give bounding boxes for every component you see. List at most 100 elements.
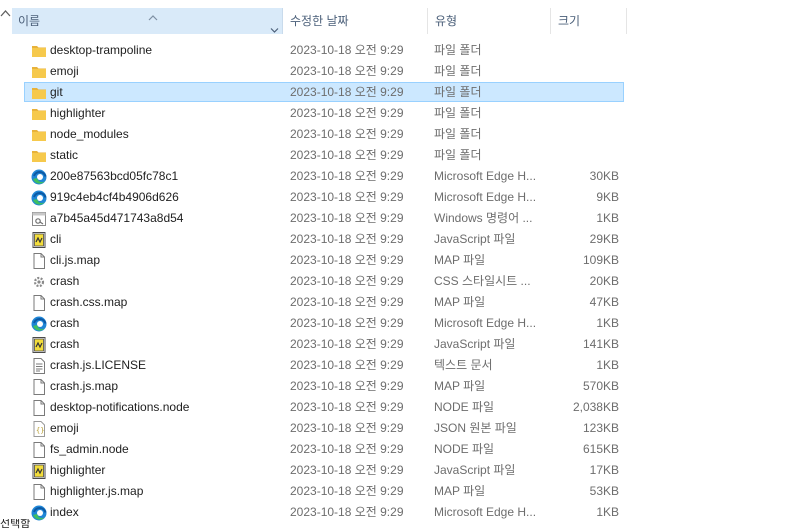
javascript-file-icon — [30, 231, 48, 249]
column-header-name[interactable]: 이름 — [12, 8, 283, 34]
file-name: cli.js.map — [50, 253, 101, 267]
blank-file-icon — [30, 252, 48, 270]
file-type: NODE 파일 — [434, 400, 495, 414]
file-date: 2023-10-18 오전 9:29 — [290, 358, 404, 372]
file-date: 2023-10-18 오전 9:29 — [290, 64, 404, 78]
file-row[interactable]: 200e87563bcd05fc78c1 2023-10-18 오전 9:29 Mi… — [24, 166, 624, 186]
file-row[interactable]: git 2023-10-18 오전 9:29 파일 폴더 — [24, 82, 624, 102]
file-row[interactable]: crash.css.map 2023-10-18 오전 9:29 MAP 파일 47K… — [24, 292, 624, 312]
file-row[interactable]: crash 2023-10-18 오전 9:29 Microsoft Edge H.… — [24, 313, 624, 333]
file-row[interactable]: desktop-notifications.node 2023-10-18 오전 … — [24, 397, 624, 417]
file-row[interactable]: index 2023-10-18 오전 9:29 Microsoft Edge H.… — [24, 502, 624, 522]
file-type: 텍스트 문서 — [434, 358, 493, 372]
file-row[interactable]: cli 2023-10-18 오전 9:29 JavaScript 파일 29KB — [24, 229, 624, 249]
file-name: emoji — [50, 421, 79, 435]
file-date: 2023-10-18 오전 9:29 — [290, 421, 404, 435]
file-name: static — [50, 148, 79, 162]
file-type: MAP 파일 — [434, 484, 486, 498]
file-name: node_modules — [50, 127, 129, 141]
file-name: git — [50, 85, 63, 99]
file-type: Windows 명령어 ... — [434, 211, 533, 225]
file-name: cli — [50, 232, 62, 246]
file-name: 919c4eb4cf4b4906d626 — [50, 190, 179, 204]
file-name: highlighter.js.map — [50, 484, 144, 498]
file-type: NODE 파일 — [434, 442, 495, 456]
column-header-date-label: 수정한 날짜 — [290, 14, 349, 28]
file-row[interactable]: static 2023-10-18 오전 9:29 파일 폴더 — [24, 145, 624, 165]
file-date: 2023-10-18 오전 9:29 — [290, 127, 404, 141]
text-file-icon — [30, 357, 48, 375]
file-row[interactable]: highlighter.js.map 2023-10-18 오전 9:29 MAP … — [24, 481, 624, 501]
file-date: 2023-10-18 오전 9:29 — [290, 106, 404, 120]
scroll-up-arrow-icon[interactable] — [0, 8, 11, 20]
file-type: MAP 파일 — [434, 379, 486, 393]
file-date: 2023-10-18 오전 9:29 — [290, 169, 404, 183]
file-name: crash — [50, 316, 80, 330]
file-row[interactable]: a7b45a45d471743a8d54 2023-10-18 오전 9:29 Wi… — [24, 208, 624, 228]
file-size: 29KB — [589, 232, 619, 246]
file-type: JSON 원본 파일 — [434, 421, 517, 435]
file-row[interactable]: crash 2023-10-18 오전 9:29 JavaScript 파일 141K… — [24, 334, 624, 354]
edge-icon — [30, 315, 48, 333]
file-size: 47KB — [589, 295, 619, 309]
file-type: Microsoft Edge H... — [434, 316, 537, 330]
file-date: 2023-10-18 오전 9:29 — [290, 295, 404, 309]
file-date: 2023-10-18 오전 9:29 — [290, 148, 404, 162]
file-name: crash — [50, 274, 80, 288]
column-header-date[interactable]: 수정한 날짜 — [284, 8, 428, 34]
file-size: 53KB — [589, 484, 619, 498]
folder-icon — [30, 84, 48, 102]
file-type: JavaScript 파일 — [434, 463, 516, 477]
file-date: 2023-10-18 오전 9:29 — [290, 253, 404, 267]
file-date: 2023-10-18 오전 9:29 — [290, 337, 404, 351]
file-date: 2023-10-18 오전 9:29 — [290, 85, 404, 99]
file-date: 2023-10-18 오전 9:29 — [290, 274, 404, 288]
vertical-scrollbar[interactable] — [0, 0, 11, 530]
file-type: Microsoft Edge H... — [434, 505, 537, 519]
file-type: MAP 파일 — [434, 295, 486, 309]
file-row[interactable]: cli.js.map 2023-10-18 오전 9:29 MAP 파일 109KB — [24, 250, 624, 270]
file-row[interactable]: fs_admin.node 2023-10-18 오전 9:29 NODE 파일 61… — [24, 439, 624, 459]
blank-file-icon — [30, 441, 48, 459]
file-row[interactable]: {} emoji 2023-10-18 오전 9:29 JSON 원본 파일 123KB — [24, 418, 624, 438]
file-size: 1KB — [596, 316, 619, 330]
file-date: 2023-10-18 오전 9:29 — [290, 463, 404, 477]
file-size: 109KB — [582, 253, 619, 267]
file-row[interactable]: node_modules 2023-10-18 오전 9:29 파일 폴더 — [24, 124, 624, 144]
column-header-name-label: 이름 — [18, 14, 41, 28]
blank-file-icon — [30, 483, 48, 501]
folder-icon — [30, 126, 48, 144]
file-name: highlighter — [50, 106, 106, 120]
file-type: 파일 폴더 — [434, 127, 482, 141]
file-size: 615KB — [582, 442, 619, 456]
svg-text:{}: {} — [36, 427, 44, 435]
json-file-icon: {} — [30, 420, 48, 438]
file-row[interactable]: emoji 2023-10-18 오전 9:29 파일 폴더 — [24, 61, 624, 81]
file-row[interactable]: highlighter 2023-10-18 오전 9:29 JavaScript … — [24, 460, 624, 480]
column-header-size-label: 크기 — [558, 14, 581, 28]
file-row[interactable]: crash 2023-10-18 오전 9:29 CSS 스타일시트 ... 20KB — [24, 271, 624, 291]
file-name: crash — [50, 337, 80, 351]
file-row[interactable]: crash.js.LICENSE 2023-10-18 오전 9:29 텍스트 문서… — [24, 355, 624, 375]
file-name: desktop-trampoline — [50, 43, 153, 57]
file-size: 17KB — [589, 463, 619, 477]
sort-ascending-icon — [148, 5, 158, 21]
file-name: crash.css.map — [50, 295, 128, 309]
file-name: a7b45a45d471743a8d54 — [50, 211, 184, 225]
file-row[interactable]: crash.js.map 2023-10-18 오전 9:29 MAP 파일 570K… — [24, 376, 624, 396]
file-row[interactable]: 919c4eb4cf4b4906d626 2023-10-18 오전 9:29 Mi… — [24, 187, 624, 207]
column-header-row: 이름 수정한 날짜 유형 크기 — [12, 8, 627, 34]
file-row[interactable]: desktop-trampoline 2023-10-18 오전 9:29 파일 폴… — [24, 40, 624, 60]
javascript-file-icon — [30, 462, 48, 480]
file-size: 30KB — [589, 169, 619, 183]
column-header-type[interactable]: 유형 — [429, 8, 551, 34]
file-size: 1KB — [596, 211, 619, 225]
file-date: 2023-10-18 오전 9:29 — [290, 400, 404, 414]
chevron-down-icon[interactable] — [270, 17, 279, 33]
file-type: 파일 폴더 — [434, 43, 482, 57]
file-date: 2023-10-18 오전 9:29 — [290, 442, 404, 456]
css-file-icon — [30, 273, 48, 291]
file-type: JavaScript 파일 — [434, 337, 516, 351]
file-row[interactable]: highlighter 2023-10-18 오전 9:29 파일 폴더 — [24, 103, 624, 123]
column-header-size[interactable]: 크기 — [552, 8, 627, 34]
